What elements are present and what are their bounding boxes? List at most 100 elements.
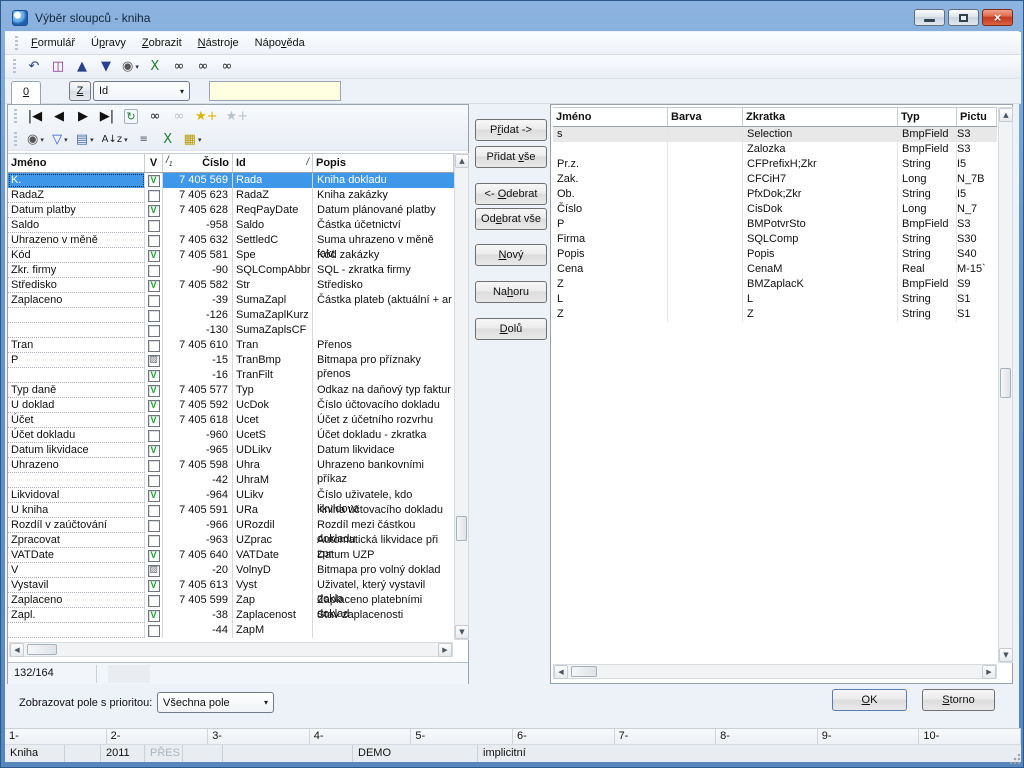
visibility-checkbox[interactable]: V xyxy=(148,550,160,562)
nav-next-button[interactable]: ▶ xyxy=(72,107,94,127)
move-down-button[interactable]: ▼ xyxy=(95,57,117,77)
scrollbar-thumb[interactable] xyxy=(456,516,467,541)
table-row[interactable]: Datum platbyV7 405 628ReqPayDateDatum pl… xyxy=(8,203,454,218)
menu-zobrazit[interactable]: Zobrazit xyxy=(134,34,190,52)
table-row[interactable]: Zapl.V-38ZaplacenostStav zaplacenosti xyxy=(8,608,454,623)
table-row[interactable]: FirmaSQLCompStringS30 xyxy=(553,232,997,247)
move-up-button[interactable]: ▲ xyxy=(71,57,93,77)
camera-button[interactable]: ◉▾ xyxy=(119,57,142,77)
visibility-checkbox[interactable]: V xyxy=(148,250,160,262)
table-row[interactable]: Zpracovat-963UZpracAutomatická likvidace… xyxy=(8,533,454,548)
column-header-cislo[interactable]: /1 Číslo xyxy=(163,154,233,172)
table-row[interactable]: ZBMZaplacKBmpFieldS9 xyxy=(553,277,997,292)
new-button[interactable]: Nový xyxy=(475,244,547,266)
scroll-up-icon[interactable]: ▲ xyxy=(999,108,1013,122)
filter-button[interactable]: ▽▾ xyxy=(49,130,71,150)
grid-view-button[interactable]: ▦▾ xyxy=(181,130,205,150)
visibility-checkbox[interactable] xyxy=(148,190,160,202)
remove-all-button[interactable]: Odebrat vše xyxy=(475,208,547,230)
table-row[interactable]: Zak.CFCiH7LongN_7B xyxy=(553,172,997,187)
visibility-checkbox[interactable] xyxy=(148,535,160,547)
scroll-right-icon[interactable]: ▶ xyxy=(982,665,996,679)
visibility-checkbox[interactable]: V xyxy=(148,580,160,592)
table-row[interactable]: Pr.z.CFPrefixH;ZkrStringI5 xyxy=(553,157,997,172)
table-row[interactable]: Datum likvidaceV-965UDLikvDatum likvidac… xyxy=(8,443,454,458)
tab-0[interactable]: 0 xyxy=(11,81,41,104)
menu-formular[interactable]: Formulář xyxy=(23,34,83,52)
table-row[interactable]: PopisPopisStringS40 xyxy=(553,247,997,262)
filter-field-select[interactable]: Id ▾ xyxy=(93,81,190,101)
search-input[interactable] xyxy=(209,81,341,101)
bitmap-checkbox[interactable]: ▨ xyxy=(148,565,160,577)
menu-nastroje[interactable]: Nástroje xyxy=(190,34,247,52)
ok-button[interactable]: OK xyxy=(832,689,907,711)
camera-button[interactable]: ◉▾ xyxy=(24,130,47,150)
right-table-vertical-scrollbar[interactable]: ▲ ▼ xyxy=(998,107,1013,663)
scrollbar-thumb[interactable] xyxy=(1000,368,1011,398)
table-row[interactable]: PBMPotvrStoBmpFieldS3 xyxy=(553,217,997,232)
visibility-checkbox[interactable] xyxy=(148,430,160,442)
visibility-checkbox[interactable]: V xyxy=(148,205,160,217)
table-row[interactable]: VATDateV7 405 640VATDateDatum UZP xyxy=(8,548,454,563)
table-row[interactable]: V▨-20VolnyDBitmapa pro volný doklad xyxy=(8,563,454,578)
binoculars-next-button[interactable]: ∞ xyxy=(216,57,238,77)
scroll-down-icon[interactable]: ▼ xyxy=(455,625,469,639)
binoculars-button[interactable]: ∞ xyxy=(168,57,190,77)
undo-button[interactable]: ↶ xyxy=(23,57,45,77)
scroll-up-icon[interactable]: ▲ xyxy=(455,154,469,168)
column-header-id[interactable]: Id / xyxy=(233,154,313,172)
table-row[interactable]: Zkr. firmy-90SQLCompAbbrSQL - zkratka fi… xyxy=(8,263,454,278)
visibility-checkbox[interactable] xyxy=(148,295,160,307)
table-row[interactable]: Zaplaceno7 405 599ZapZaplaceno platebním… xyxy=(8,593,454,608)
table-row[interactable]: sSelectionBmpFieldS3 xyxy=(553,127,997,142)
table-row[interactable]: -42UhraM xyxy=(8,473,454,488)
visibility-checkbox[interactable]: V xyxy=(148,400,160,412)
nav-last-button[interactable]: ▶| xyxy=(96,107,118,127)
table-row[interactable]: ZZStringS1 xyxy=(553,307,997,322)
column-header-barva[interactable]: Barva xyxy=(668,108,743,126)
column-header-jmeno[interactable]: Jméno xyxy=(8,154,145,172)
column-header-v[interactable]: V xyxy=(145,154,163,172)
resize-grip[interactable] xyxy=(1009,753,1021,765)
visibility-checkbox[interactable] xyxy=(148,625,160,637)
table-row[interactable]: ÚčetV7 405 618UcetÚčet z účetního rozvrh… xyxy=(8,413,454,428)
add-all-button[interactable]: Přidat vše xyxy=(475,146,547,168)
nav-prev-button[interactable]: ◀ xyxy=(48,107,70,127)
table-row[interactable]: CenaCenaMRealM-15` xyxy=(553,262,997,277)
table-row[interactable]: Účet dokladu-960UcetSÚčet dokladu - zkra… xyxy=(8,428,454,443)
sort-az-button[interactable]: A↓z▾ xyxy=(99,130,131,150)
column-header-picture[interactable]: Pictu xyxy=(957,108,997,126)
table-row[interactable]: Zaplaceno-39SumaZaplČástka plateb (aktuá… xyxy=(8,293,454,308)
z-button[interactable]: Z xyxy=(69,81,91,101)
column-header-jmeno[interactable]: Jméno xyxy=(553,108,668,126)
refresh-button[interactable]: ↻ xyxy=(120,107,142,127)
table-row[interactable]: K.V7 405 569RadaKniha dokladu xyxy=(8,173,454,188)
column-header-zkratka[interactable]: Zkratka xyxy=(743,108,898,126)
table-row[interactable]: KódV7 405 581SpeKód zakázky xyxy=(8,248,454,263)
table-row[interactable]: ZalozkaBmpFieldS3 xyxy=(553,142,997,157)
scroll-left-icon[interactable]: ◀ xyxy=(554,665,568,679)
table-row[interactable]: LikvidovalV-964ULikvČíslo uživatele, kdo… xyxy=(8,488,454,503)
down-button[interactable]: Dolů xyxy=(475,318,547,340)
cancel-button[interactable]: Storno xyxy=(922,689,995,711)
visibility-checkbox[interactable]: V xyxy=(148,445,160,457)
visibility-checkbox[interactable] xyxy=(148,520,160,532)
close-button[interactable]: × xyxy=(982,9,1013,26)
add-condition-button[interactable]: ★+ xyxy=(192,107,221,127)
bitmap-checkbox[interactable]: ▨ xyxy=(148,355,160,367)
minimize-button[interactable] xyxy=(914,9,945,26)
table-row[interactable]: LLStringS1 xyxy=(553,292,997,307)
visibility-checkbox[interactable] xyxy=(148,325,160,337)
table-row[interactable]: Typ daněV7 405 577TypOdkaz na daňový typ… xyxy=(8,383,454,398)
visibility-checkbox[interactable] xyxy=(148,310,160,322)
menu-napoveda[interactable]: Nápověda xyxy=(247,34,313,52)
visibility-checkbox[interactable] xyxy=(148,505,160,517)
right-table-horizontal-scrollbar[interactable]: ◀ ▶ xyxy=(553,664,997,679)
binoculars-prev-button[interactable]: ∞ xyxy=(192,57,214,77)
table-row[interactable]: Uhrazeno7 405 598UhraUhrazeno bankovními… xyxy=(8,458,454,473)
maximize-button[interactable] xyxy=(948,9,979,26)
form-edit-button[interactable]: ▤▾ xyxy=(73,130,97,150)
open-book-button[interactable]: ◫ xyxy=(47,57,69,77)
table-row[interactable]: RadaZ7 405 623RadaZKniha zakázky xyxy=(8,188,454,203)
table-row[interactable]: Rozdíl v zaúčtování-966URozdilRozdíl mez… xyxy=(8,518,454,533)
